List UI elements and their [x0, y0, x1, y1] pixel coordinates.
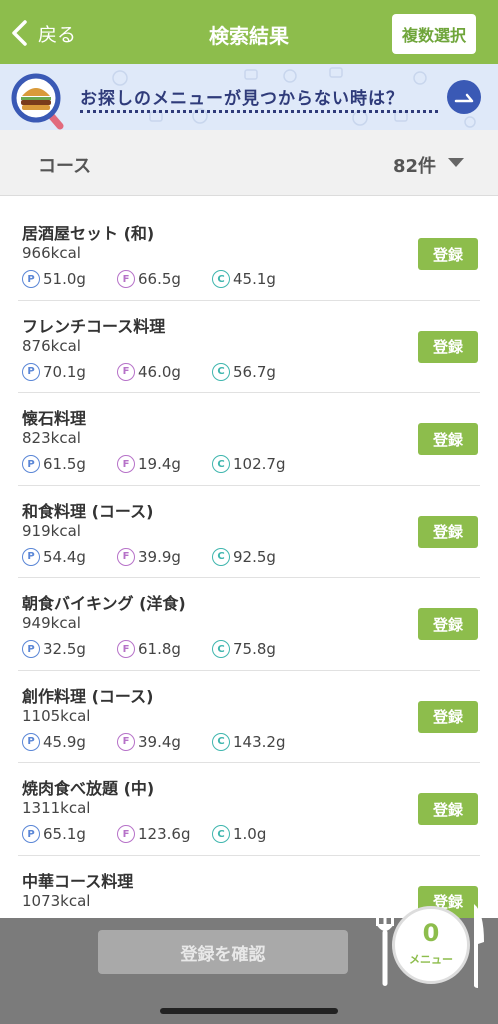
item-name: 懐石料理: [22, 409, 87, 428]
list-item[interactable]: 懐石料理 823kcal P 61.5g F 19.4g C 102.7g 登録: [18, 393, 480, 486]
list-item[interactable]: 焼肉食べ放題 (中) 1311kcal P 65.1g F 123.6g C 1.0g…: [18, 763, 480, 856]
register-button[interactable]: 登録: [418, 515, 478, 548]
fat-value: F 46.0g: [117, 362, 212, 381]
plate-label: メニュー: [409, 953, 453, 966]
protein-badge-icon: P: [22, 825, 40, 843]
carb-badge-icon: C: [212, 270, 230, 288]
fat-badge-icon: F: [117, 362, 135, 381]
banner-dotted-underline: [80, 110, 438, 113]
carb-value: C 56.7g: [212, 362, 307, 381]
category-label: コース: [38, 156, 92, 177]
fat-value: F 123.6g: [117, 825, 212, 843]
fat-badge-icon: F: [117, 640, 135, 658]
protein-value: P 54.4g: [22, 547, 117, 566]
carb-value: C 45.1g: [212, 270, 307, 288]
macros-row: P 51.0g F 66.5g C 45.1g: [22, 270, 307, 288]
result-count: 82件: [392, 156, 436, 177]
macros-row: P 32.5g F 61.8g C 75.8g: [22, 640, 307, 658]
protein-badge-icon: P: [22, 270, 40, 288]
multi-select-button[interactable]: 複数選択: [392, 14, 476, 54]
carb-badge-icon: C: [212, 455, 230, 473]
filter-bar[interactable]: コース 82件: [0, 130, 498, 196]
carb-value: C 143.2g: [212, 732, 307, 751]
protein-badge-icon: P: [22, 455, 40, 473]
macros-row: P 70.1g F 46.0g C 56.7g: [22, 362, 307, 381]
item-calories: 949kcal: [22, 614, 81, 632]
register-button[interactable]: 登録: [418, 423, 478, 455]
app-header: 戻る 検索結果 複数選択: [0, 0, 498, 64]
macros-row: P 65.1g F 123.6g C 1.0g: [22, 825, 307, 843]
protein-value: P 65.1g: [22, 825, 117, 843]
protein-value: P 32.5g: [22, 640, 117, 658]
fat-value: F 19.4g: [117, 455, 212, 473]
fat-badge-icon: F: [117, 547, 135, 566]
bottom-bar: 登録を確認 0 メニュー: [0, 904, 498, 1024]
selected-menu-plate[interactable]: 0 メニュー: [372, 904, 488, 1002]
fat-value: F 66.5g: [117, 270, 212, 288]
item-calories: 966kcal: [22, 244, 81, 262]
result-list: 居酒屋セット (和) 966kcal P 51.0g F 66.5g C 45.1g …: [0, 208, 498, 948]
macros-row: P 61.5g F 19.4g C 102.7g: [22, 455, 307, 473]
register-button[interactable]: 登録: [418, 330, 478, 363]
protein-value: P 45.9g: [22, 732, 117, 751]
fat-badge-icon: F: [117, 270, 135, 288]
register-button[interactable]: 登録: [418, 793, 478, 825]
item-calories: 1073kcal: [22, 891, 91, 910]
item-calories: 823kcal: [22, 429, 81, 447]
protein-badge-icon: P: [22, 547, 40, 566]
fat-badge-icon: F: [117, 825, 135, 843]
caret-down-icon[interactable]: [448, 158, 464, 167]
register-button[interactable]: 登録: [418, 608, 478, 640]
item-calories: 876kcal: [22, 336, 81, 355]
arrow-right-icon[interactable]: [447, 80, 481, 114]
carb-badge-icon: C: [212, 732, 230, 751]
knife-icon: [474, 904, 484, 988]
fat-value: F 39.9g: [117, 547, 212, 566]
item-name: 中華コース料理: [22, 871, 134, 891]
burger-magnifier-icon: [11, 73, 64, 130]
item-name: 和食料理 (コース): [22, 501, 154, 521]
help-banner[interactable]: お探しのメニューが見つからない時は？: [0, 64, 498, 130]
carb-badge-icon: C: [212, 825, 230, 843]
carb-badge-icon: C: [212, 362, 230, 381]
home-indicator: [160, 1008, 338, 1014]
list-item[interactable]: フレンチコース料理 876kcal P 70.1g F 46.0g C 56.7g 登…: [18, 301, 480, 393]
item-name: フレンチコース料理: [22, 316, 166, 336]
protein-value: P 61.5g: [22, 455, 117, 473]
list-item[interactable]: 和食料理 (コース) 919kcal P 54.4g F 39.9g C 92.5g …: [18, 486, 480, 578]
list-item[interactable]: 朝食バイキング (洋食) 949kcal P 32.5g F 61.8g C 75.8…: [18, 578, 480, 671]
carb-value: C 75.8g: [212, 640, 307, 658]
confirm-registration-button[interactable]: 登録を確認: [98, 930, 348, 974]
item-name: 朝食バイキング (洋食): [22, 594, 186, 613]
protein-badge-icon: P: [22, 732, 40, 751]
carb-badge-icon: C: [212, 547, 230, 566]
protein-badge-icon: P: [22, 362, 40, 381]
fat-badge-icon: F: [117, 732, 135, 751]
macros-row: P 45.9g F 39.4g C 143.2g: [22, 732, 307, 751]
fat-value: F 61.8g: [117, 640, 212, 658]
protein-value: P 70.1g: [22, 362, 117, 381]
item-calories: 1311kcal: [22, 799, 91, 817]
list-item[interactable]: 創作料理 (コース) 1105kcal P 45.9g F 39.4g C 143.2…: [18, 671, 480, 763]
protein-badge-icon: P: [22, 640, 40, 658]
fat-badge-icon: F: [117, 455, 135, 473]
carb-badge-icon: C: [212, 640, 230, 658]
list-item[interactable]: 居酒屋セット (和) 966kcal P 51.0g F 66.5g C 45.1g …: [18, 208, 480, 301]
macros-row: P 54.4g F 39.9g C 92.5g: [22, 547, 307, 566]
plate: 0 メニュー: [392, 906, 470, 984]
item-calories: 919kcal: [22, 521, 81, 540]
register-button[interactable]: 登録: [418, 238, 478, 270]
carb-value: C 1.0g: [212, 825, 307, 843]
item-name: 創作料理 (コース): [22, 686, 154, 706]
item-name: 居酒屋セット (和): [22, 224, 155, 243]
protein-value: P 51.0g: [22, 270, 117, 288]
fat-value: F 39.4g: [117, 732, 212, 751]
carb-value: C 92.5g: [212, 547, 307, 566]
banner-text: お探しのメニューが見つからない時は？: [80, 89, 404, 109]
item-name: 焼肉食べ放題 (中): [22, 779, 155, 798]
carb-value: C 102.7g: [212, 455, 307, 473]
item-calories: 1105kcal: [22, 706, 91, 725]
register-button[interactable]: 登録: [418, 700, 478, 733]
selected-count: 0: [422, 919, 440, 947]
